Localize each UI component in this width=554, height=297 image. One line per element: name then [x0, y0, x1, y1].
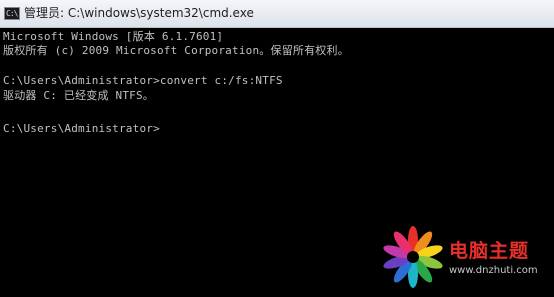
cmd-app-icon-label: C:\	[6, 9, 18, 18]
cmd-window: C:\ 管理员: C:\windows\system32\cmd.exe Mic…	[0, 0, 554, 297]
console-line: 驱动器 C: 已经变成 NTFS。	[3, 89, 155, 102]
flower-logo-icon	[383, 226, 443, 288]
console-line: Microsoft Windows [版本 6.1.7601]	[3, 30, 224, 43]
window-title: 管理员: C:\windows\system32\cmd.exe	[24, 6, 254, 20]
watermark: 电脑主题 www.dnzhuti.com	[378, 223, 554, 297]
console-line: 版权所有 (c) 2009 Microsoft Corporation。保留所有…	[3, 44, 349, 57]
cmd-app-icon[interactable]: C:\	[4, 7, 20, 20]
watermark-title: 电脑主题	[449, 240, 530, 262]
window-titlebar[interactable]: C:\ 管理员: C:\windows\system32\cmd.exe	[0, 0, 554, 28]
console-line: C:\Users\Administrator>convert c:/fs:NTF…	[3, 74, 283, 87]
watermark-url: www.dnzhuti.com	[449, 265, 538, 276]
console-prompt-line: C:\Users\Administrator>	[3, 122, 160, 135]
